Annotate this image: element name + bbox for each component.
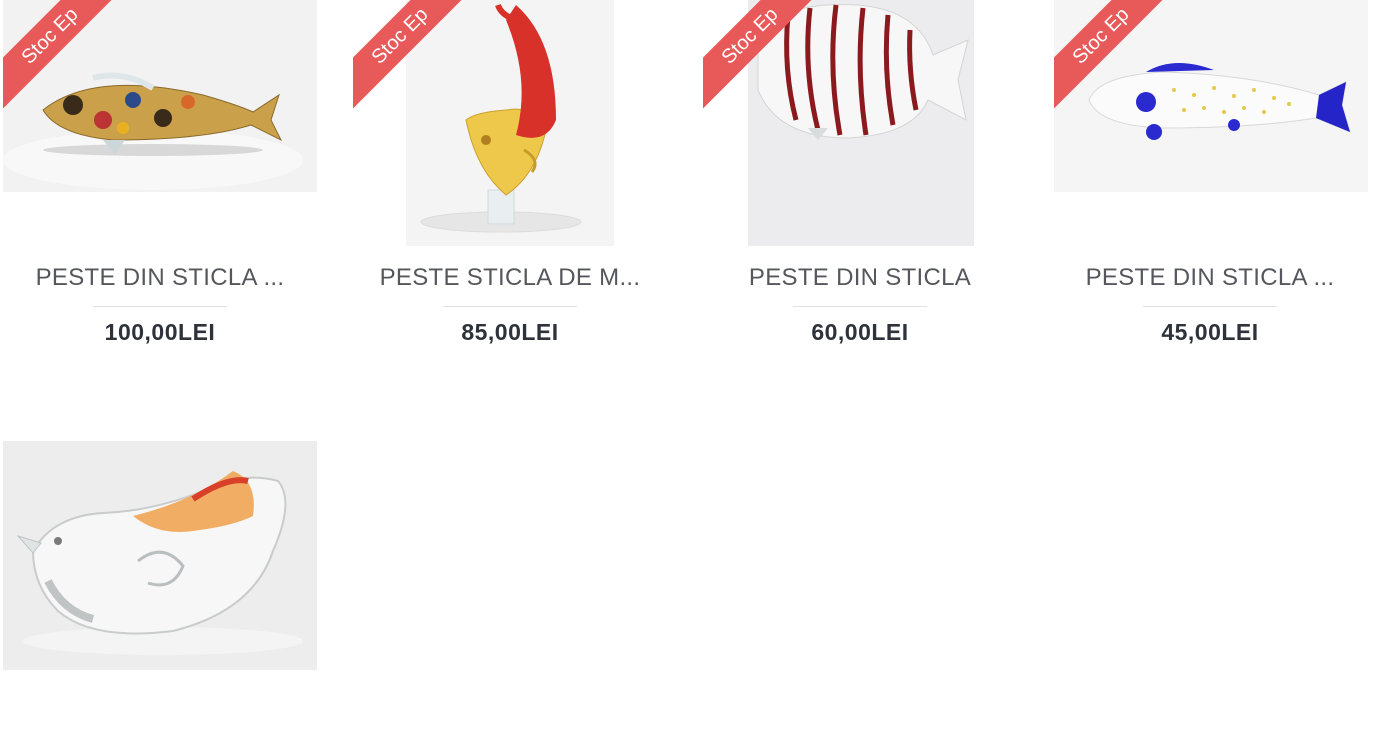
divider: [1143, 306, 1277, 307]
divider: [443, 306, 577, 307]
clear-amber-glass-bird-image: [3, 441, 317, 670]
divider: [93, 306, 227, 307]
product-price: 45,00LEI: [1161, 319, 1259, 345]
product-title[interactable]: PESTE STICLA DE M...: [350, 264, 670, 292]
product-card[interactable]: Stoc Ep PESTE DIN STICLA ... 100,00LEI: [0, 0, 350, 360]
product-price: 85,00LEI: [461, 319, 559, 345]
product-title[interactable]: PESTE DIN STICLA ...: [0, 264, 320, 292]
product-card[interactable]: Stoc Ep PESTE DIN STICLA 60,00LEI: [700, 0, 1050, 360]
product-image[interactable]: [406, 0, 614, 246]
divider: [793, 306, 927, 307]
product-card[interactable]: [0, 440, 350, 680]
product-title[interactable]: PESTE DIN STICLA: [700, 264, 1020, 292]
product-price: 100,00LEI: [104, 319, 216, 345]
product-image[interactable]: [3, 441, 317, 670]
product-card[interactable]: Stoc Ep PESTE STICLA DE M... 85,00LEI: [350, 0, 700, 360]
product-title[interactable]: PESTE DIN STICLA ...: [1050, 264, 1370, 292]
product-price: 60,00LEI: [811, 319, 909, 345]
multicolor-glass-fish-image: [3, 0, 317, 192]
striped-white-glass-fish-image: [748, 0, 974, 246]
red-yellow-glass-angelfish-image: [406, 0, 614, 246]
product-image[interactable]: [748, 0, 974, 246]
white-blue-glass-fish-image: [1054, 0, 1368, 192]
product-image[interactable]: [1054, 0, 1368, 192]
product-image[interactable]: [3, 0, 317, 192]
product-card[interactable]: Stoc Ep PESTE DIN STICLA ... 45,00LEI: [1050, 0, 1400, 360]
